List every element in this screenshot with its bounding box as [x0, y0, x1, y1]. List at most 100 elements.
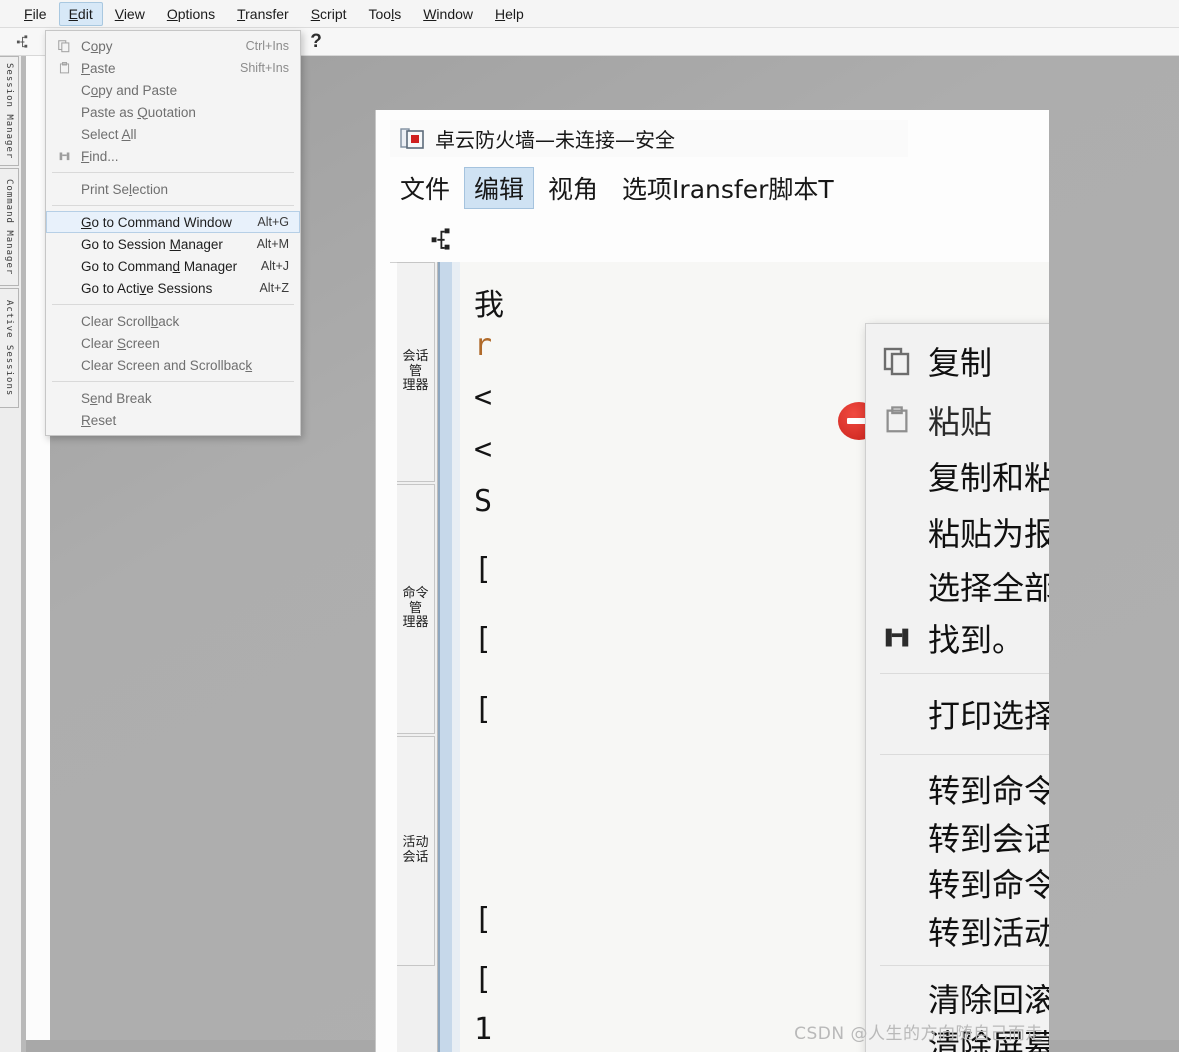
screenshot-connect-icon[interactable]: [430, 226, 456, 257]
sidebar-tab-label: Command Manager: [4, 178, 14, 276]
menu-item-label: Paste as Quotation: [81, 104, 196, 120]
cn-menu-label: 转到活动会话: [928, 914, 1049, 952]
menu-item-go-to-command-window[interactable]: Go to Command Window Alt+G: [46, 211, 300, 233]
cn-menu-item-select-all[interactable]: 选择全部: [866, 560, 1049, 612]
menu-item-label: Select All: [81, 126, 137, 142]
menu-item-go-to-session-manager[interactable]: Go to Session Manager Alt+M: [46, 233, 300, 255]
terminal-line: [: [474, 962, 493, 997]
menu-item-go-to-command-manager[interactable]: Go to Command Manager Alt+J: [46, 255, 300, 277]
cn-menu-item-find[interactable]: 找到。: [866, 612, 1049, 664]
find-icon: [866, 623, 928, 653]
cn-menu-label: 粘贴: [928, 403, 993, 441]
cn-menu-item-paste-as-quotation[interactable]: 粘贴为报价单: [866, 504, 1049, 560]
sidebar-tab-session-manager[interactable]: Session Manager: [0, 56, 19, 166]
screenshot-menu-view[interactable]: 视角: [538, 167, 608, 209]
paste-icon: [47, 61, 81, 75]
connect-icon[interactable]: [10, 31, 36, 53]
menu-item-clear-scrollback[interactable]: Clear Scrollback: [46, 310, 300, 332]
cn-menu-item-copy-and-paste[interactable]: 复制和粘贴: [866, 448, 1049, 504]
menu-item-label: Clear Screen: [81, 335, 160, 351]
app-logo-icon: [400, 127, 426, 151]
menu-item-copy-and-paste[interactable]: Copy and Paste: [46, 79, 300, 101]
screenshot-tab-command-manager[interactable]: 命令管 理器: [397, 484, 435, 734]
cn-menu-item-paste[interactable]: 粘贴 Shift+Ins: [866, 392, 1049, 448]
menu-item-paste[interactable]: Paste Shift+Ins: [46, 57, 300, 79]
menu-item-label: Find...: [81, 148, 119, 164]
screenshot-tab-session-manager[interactable]: 会话管 理器: [397, 262, 435, 482]
cn-menu-label: 转到命令窗口: [928, 772, 1049, 810]
cn-menu-item-go-to-command-manager[interactable]: 转到命令管理器 Alt+字符串: [866, 860, 1049, 906]
screenshot-session-pane-edge: [438, 262, 460, 1052]
menu-item-accel: Alt+Z: [259, 281, 289, 295]
cn-menu-item-copy[interactable]: 复制 Ctrl+输入: [866, 330, 1049, 392]
cn-menu-item-go-to-active-sessions[interactable]: 转到活动会话 Alt+Z: [866, 906, 1049, 956]
screenshot-toolbar: [390, 214, 1049, 263]
menubar-item-help[interactable]: Help: [485, 2, 534, 26]
embedded-screenshot: 卓云防火墙—未连接—安全 文件 编辑 视角 选项Iransfer脚本T 会话管理…: [375, 110, 1049, 1052]
menubar-item-transfer[interactable]: Transfer: [227, 2, 299, 26]
menu-item-label: Go to Command Window: [81, 214, 232, 230]
menubar-item-script[interactable]: Script: [301, 2, 357, 26]
screenshot-tab-label: 活动 会话: [402, 835, 429, 865]
cn-menu-item-go-to-command-window[interactable]: 转到命令窗口 Alt+G: [866, 764, 1049, 814]
menu-item-label: Go to Active Sessions: [81, 280, 213, 296]
screenshot-title-bar: 卓云防火墙—未连接—安全: [390, 120, 908, 157]
sidebar-tab-active-sessions[interactable]: Active Sessions: [0, 288, 19, 408]
paste-icon: [866, 404, 928, 436]
screenshot-window-title: 卓云防火墙—未连接—安全: [435, 128, 675, 152]
screenshot-menu-options[interactable]: 选项Iransfer脚本T: [612, 167, 844, 209]
menu-item-paste-as-quotation[interactable]: Paste as Quotation: [46, 101, 300, 123]
terminal-line: 1: [474, 1012, 493, 1047]
cn-menu-item-go-to-session-manager[interactable]: 转到会话管理器 Alt+M: [866, 814, 1049, 860]
menu-item-copy[interactable]: Copy Ctrl+Ins: [46, 35, 300, 57]
menubar-item-edit[interactable]: Edit: [58, 1, 103, 26]
screenshot-menubar: 文件 编辑 视角 选项Iransfer脚本T: [390, 166, 848, 210]
screenshot-tab-active-sessions[interactable]: 活动 会话: [397, 736, 435, 966]
menubar-item-options[interactable]: Options: [157, 2, 225, 26]
sidebar-tab-command-manager[interactable]: Command Manager: [0, 168, 19, 286]
cn-menu-separator: [880, 673, 1049, 674]
cn-menu-label: 打印选择: [928, 697, 1049, 735]
menu-item-send-break[interactable]: Send Break: [46, 387, 300, 409]
help-icon[interactable]: ?: [303, 31, 329, 53]
cn-menu-label: 粘贴为报价单: [928, 515, 1049, 553]
terminal-line: [: [474, 902, 493, 937]
edit-dropdown-menu: Copy Ctrl+Ins Paste Shift+Ins Copy and P…: [45, 30, 301, 436]
menu-separator: [52, 172, 294, 173]
menu-item-reset[interactable]: Reset: [46, 409, 300, 431]
cn-menu-label: 清除回滚: [928, 981, 1049, 1019]
screenshot-menu-file[interactable]: 文件: [390, 167, 460, 209]
cn-menu-separator: [880, 754, 1049, 755]
cn-menu-label: 找到。: [928, 621, 1025, 659]
menubar-item-view[interactable]: View: [105, 2, 155, 26]
terminal-line: 我: [474, 288, 504, 323]
menu-item-label: Go to Session Manager: [81, 236, 223, 252]
menu-item-select-all[interactable]: Select All: [46, 123, 300, 145]
terminal-line: [: [474, 692, 493, 727]
menu-separator: [52, 304, 294, 305]
menu-item-print-selection[interactable]: Print Selection: [46, 178, 300, 200]
menubar-item-file[interactable]: File: [14, 2, 57, 26]
find-icon: [47, 150, 81, 163]
copy-icon: [47, 39, 81, 53]
menu-item-clear-screen-and-scrollback[interactable]: Clear Screen and Scrollback: [46, 354, 300, 376]
menu-item-label: Paste: [81, 60, 116, 76]
menu-item-accel: Alt+J: [260, 259, 289, 273]
cn-menu-label: 转到会话管理器: [928, 820, 1049, 858]
menu-item-clear-screen[interactable]: Clear Screen: [46, 332, 300, 354]
cn-menu-label: 复制: [928, 344, 993, 382]
screenshot-tab-label: 命令管 理器: [402, 586, 429, 631]
menu-item-label: Send Break: [81, 390, 152, 406]
menu-item-go-to-active-sessions[interactable]: Go to Active Sessions Alt+Z: [46, 277, 300, 299]
screenshot-menu-edit[interactable]: 编辑: [464, 167, 535, 209]
cn-menu-item-print-selection[interactable]: 打印选择: [866, 683, 1049, 745]
screenshot-edit-dropdown: 复制 Ctrl+输入 粘贴 Shift+Ins 复制和粘贴 粘贴为报价单 选择全…: [865, 323, 1049, 1052]
menu-item-find[interactable]: Find...: [46, 145, 300, 167]
menubar-item-tools[interactable]: Tools: [359, 2, 412, 26]
menubar-item-window[interactable]: Window: [413, 2, 483, 26]
terminal-line: S: [474, 484, 493, 519]
cn-menu-item-clear-scrollback[interactable]: 清除回滚: [866, 975, 1049, 1021]
menu-item-label: Copy: [81, 38, 113, 54]
menu-item-label: Print Selection: [81, 181, 169, 197]
menu-item-label: Clear Screen and Scrollback: [81, 357, 253, 373]
